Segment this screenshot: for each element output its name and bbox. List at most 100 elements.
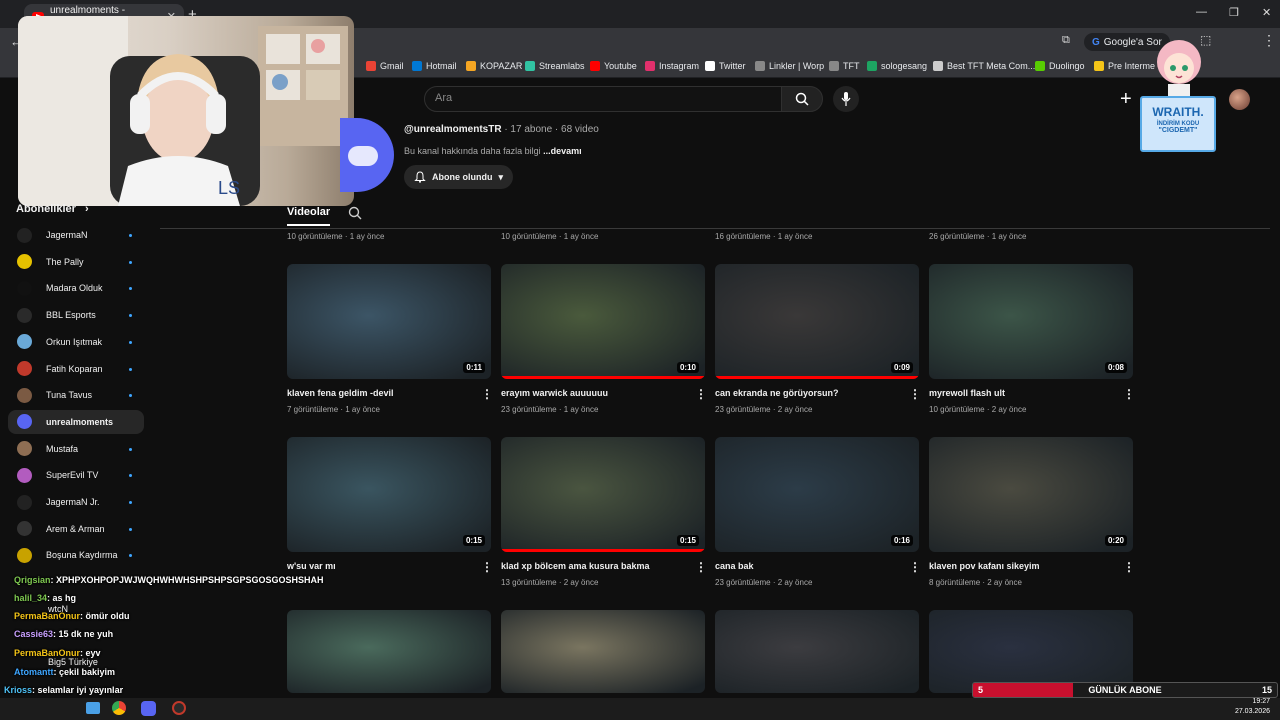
video-duration: 0:09 [890,362,913,373]
more-options-icon[interactable]: ⋮ [1123,388,1135,400]
sidebar-item-jagerman[interactable]: JagermaN [8,223,144,247]
bookmark-item[interactable]: Instagram [645,61,699,71]
menu-icon[interactable]: ⋮ [1262,32,1276,49]
sidebar-item-bbl-esports[interactable]: BBL Esports [8,303,144,327]
search-input[interactable]: Ara [424,86,782,112]
sidebar-item-the-pally[interactable]: The Pally [8,250,144,274]
video-title[interactable]: klaven pov kafanı sikeyim [929,561,1040,571]
bookmark-item[interactable]: KOPAZAR [466,61,522,71]
search-button[interactable] [781,86,823,112]
sidebar-item-label: unrealmoments [46,416,114,427]
video-title[interactable]: can ekranda ne görüyorsun? [715,388,839,398]
more-options-icon[interactable]: ⋮ [695,561,707,573]
more-options-icon[interactable]: ⋮ [481,388,493,400]
bookmark-icon [705,61,715,71]
restore-icon[interactable]: ❐ [1229,6,1239,19]
bookmark-icon [525,61,535,71]
more-options-icon[interactable]: ⋮ [909,388,921,400]
sidebar-item-fatih-koparan[interactable]: Fatih Koparan [8,357,144,381]
video-thumbnail[interactable]: 0:09 [715,264,919,379]
sidebar-item-label: Orkun Işıtmak [46,336,103,347]
sidebar-item-bo-una-kayd-rma[interactable]: Boşuna Kaydırma [8,543,144,567]
video-title[interactable]: cana bak [715,561,754,571]
more-options-icon[interactable]: ⋮ [909,561,921,573]
sidebar-item-madara-olduk[interactable]: Madara Olduk [8,276,144,300]
more-options-icon[interactable]: ⋮ [695,388,707,400]
more-options-icon[interactable]: ⋮ [481,561,493,573]
sidebar-item-unrealmoments[interactable]: unrealmoments [8,409,144,434]
video-duration: 0:15 [676,535,699,546]
sidebar-item-mustafa[interactable]: Mustafa [8,437,144,461]
channel-about[interactable]: Bu kanal hakkında daha fazla bilgi ...de… [404,146,582,156]
sidebar-item-tuna-tavus[interactable]: Tuna Tavus [8,383,144,407]
video-thumbnail[interactable]: 0:10 [501,264,705,379]
channel-more-link[interactable]: ...devamı [543,146,582,156]
bookmark-label: Twitter [719,61,746,71]
tab-videos[interactable]: Videolar [287,206,331,226]
bookmark-item[interactable]: Streamlabs [525,61,585,71]
video-thumbnail[interactable]: 0:15 [287,437,491,552]
bookmark-item[interactable]: Gmail [366,61,404,71]
video-duration: 0:11 [463,362,485,373]
bookmark-label: KOPAZAR [480,61,523,71]
subscriptions-title[interactable]: Abonelikler › [16,203,89,215]
video-thumbnail[interactable] [501,610,705,693]
video-thumbnail[interactable] [715,610,919,693]
sidebar-item-jagerman-jr-[interactable]: JagermaN Jr. [8,490,144,514]
bookmark-item[interactable]: Linkler | Worp [755,61,824,71]
anime-character-icon [1157,40,1201,98]
bookmark-icon [366,61,376,71]
file-explorer-icon[interactable] [86,702,100,714]
sidebar-item-label: The Pally [46,256,84,267]
voice-search-button[interactable] [833,86,859,112]
bookmark-item[interactable]: Youtube [590,61,637,71]
bookmark-item[interactable]: Duolingo [1035,61,1085,71]
channel-search-button[interactable] [348,206,362,223]
minimize-icon[interactable]: — [1196,6,1207,18]
chat-username: Qrigsian [14,575,51,585]
video-thumbnail[interactable]: 0:15 [501,437,705,552]
video-thumbnail[interactable]: 0:08 [929,264,1133,379]
subscribed-button[interactable]: Abone olundu ▾ [404,165,514,189]
video-thumbnail[interactable]: 0:11 [287,264,491,379]
discord-icon[interactable] [141,701,156,716]
windows-taskbar [0,698,1280,720]
video-thumbnail[interactable] [929,610,1133,693]
chrome-icon[interactable] [112,701,126,715]
account-avatar[interactable] [1229,89,1250,110]
bookmark-item[interactable]: Hotmail [412,61,457,71]
video-thumbnail[interactable]: 0:16 [715,437,919,552]
video-thumbnail[interactable]: 0:20 [929,437,1133,552]
video-thumbnail[interactable] [287,610,491,693]
video-title[interactable]: myrewoll flash ult [929,388,1005,398]
chat-message: halil_34: as hg [14,593,76,603]
sidebar-item-big5[interactable]: Big5 Türkiye [48,657,98,667]
sidebar-item-arem-arman[interactable]: Arem & Arman [8,517,144,541]
video-title[interactable]: klad xp bölcem ama kusura bakma [501,561,650,571]
close-window-icon[interactable]: ✕ [1262,6,1271,19]
sidebar-item-orkun-i-tmak[interactable]: Orkun Işıtmak [8,330,144,354]
bookmark-item[interactable]: sologesang [867,61,927,71]
video-title[interactable]: klaven fena geldim -devil [287,388,394,398]
create-icon[interactable]: + [1120,88,1132,111]
bookmark-icon [867,61,877,71]
video-duration: 0:10 [676,362,699,373]
channel-avatar-icon [17,280,32,296]
channel-avatar-icon [17,361,32,376]
bookmark-item[interactable]: Best TFT Meta Com... [933,61,1035,71]
sidebar-item-superevil-tv[interactable]: SuperEvil TV [8,463,144,487]
search-icon [795,92,809,106]
new-content-dot [129,554,132,558]
channel-avatar-icon [17,494,32,510]
bookmark-item[interactable]: TFT [829,61,860,71]
more-options-icon[interactable]: ⋮ [1123,561,1135,573]
cast-icon[interactable]: ⧉ [1062,34,1070,47]
obs-icon[interactable] [172,701,186,715]
channel-avatar-icon [17,334,32,350]
video-title[interactable]: erayım warwick auuuuuu [501,388,608,398]
bookmark-item[interactable]: Twitter [705,61,746,71]
chat-message: Cassie63: 15 dk ne yuh [14,629,113,639]
bookmark-item[interactable]: Pre Interme [1094,61,1155,71]
new-content-dot [129,474,132,478]
video-title[interactable]: w'su var mı [287,561,336,571]
